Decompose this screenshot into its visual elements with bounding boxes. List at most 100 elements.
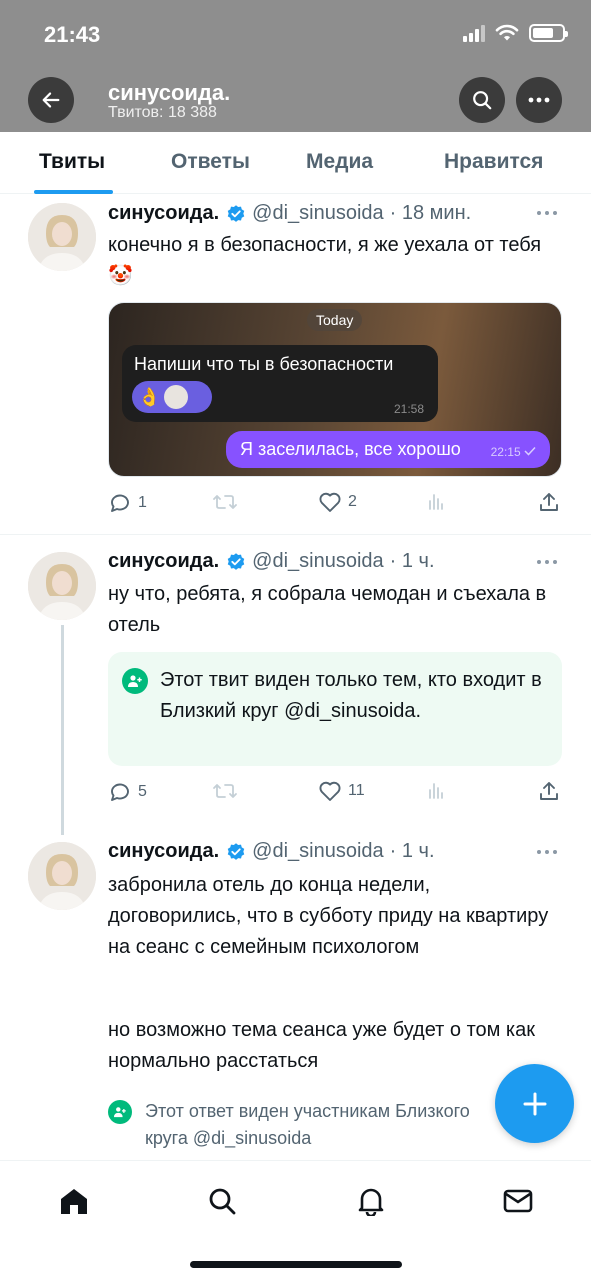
plus-icon <box>523 1092 546 1115</box>
status-icons <box>463 24 568 42</box>
incoming-message-text: Напиши что ты в безопасности <box>134 354 394 374</box>
share-icon <box>540 493 558 511</box>
share-icon <box>540 782 558 800</box>
avatar[interactable] <box>28 552 96 620</box>
tweet-media-image[interactable]: Today Напиши что ты в безопасности 👌 21:… <box>108 302 562 477</box>
incoming-message-time: 21:58 <box>393 402 424 416</box>
tweet-count: Твитов: 18 388 <box>108 104 217 121</box>
reaction-avatar <box>164 385 189 409</box>
more-horizontal-icon[interactable] <box>536 849 558 855</box>
outgoing-message-text: Я заселилась, все хорошо <box>240 439 461 459</box>
circle-people-icon <box>108 1100 132 1124</box>
back-button[interactable] <box>28 77 74 123</box>
like-button[interactable]: 2 <box>318 491 357 513</box>
reply-icon <box>111 783 129 801</box>
circle-notice-text: Этот твит виден только тем, кто входит в… <box>160 669 542 722</box>
home-indicator <box>190 1261 402 1268</box>
like-count: 11 <box>348 782 365 799</box>
verified-badge-icon <box>226 204 246 224</box>
more-horizontal-icon <box>528 97 550 103</box>
retweet-icon <box>213 495 237 509</box>
read-check-icon <box>524 446 536 456</box>
home-icon <box>61 1189 87 1214</box>
chat-date-label: Today <box>307 309 363 331</box>
tweet-text: конечно я в безопасности, я же уехала от… <box>108 234 542 287</box>
reply-count: 5 <box>138 783 147 800</box>
bell-icon <box>358 1188 384 1216</box>
status-time: 21:43 <box>44 22 101 47</box>
avatar-image <box>28 552 96 620</box>
battery-icon <box>529 24 568 42</box>
reply-button[interactable]: 5 <box>108 780 147 804</box>
reply-button[interactable]: 1 <box>108 491 147 515</box>
tab-media[interactable]: Медиа <box>306 150 373 174</box>
profile-header: 21:43 синусоида. Твитов: 18 388 <box>0 0 591 132</box>
profile-title: синусоида. <box>108 80 231 105</box>
author-name[interactable]: синусоида. <box>108 840 219 863</box>
tweet-text: забронила отель до конца недели, договор… <box>108 874 549 958</box>
nav-messages[interactable] <box>498 1181 538 1221</box>
avatar-image <box>28 842 96 910</box>
author-handle[interactable]: @di_sinusoida <box>252 202 384 225</box>
avatar[interactable] <box>28 203 96 271</box>
like-count: 2 <box>348 493 357 510</box>
verified-badge-icon <box>226 842 246 862</box>
wifi-icon <box>495 24 519 41</box>
search-icon <box>473 91 492 110</box>
more-button[interactable] <box>516 77 562 123</box>
compose-tweet-button[interactable] <box>495 1064 574 1143</box>
views-button[interactable] <box>426 491 446 511</box>
outgoing-message-time: 22:15 <box>491 445 536 459</box>
more-horizontal-icon[interactable] <box>536 559 558 565</box>
ok-hand-icon: 👌 <box>138 386 161 407</box>
like-button[interactable]: 11 <box>318 780 365 802</box>
retweet-button[interactable] <box>212 491 238 513</box>
author-handle[interactable]: @di_sinusoida <box>252 840 384 863</box>
tweet-time: · 18 мин. <box>389 202 472 224</box>
share-button[interactable] <box>538 780 560 802</box>
message-reactions: 👌 <box>132 381 212 413</box>
views-button[interactable] <box>426 780 446 800</box>
mail-icon <box>503 1189 533 1213</box>
tweet-header: синусоида. @di_sinusoida · 18 мин. <box>108 202 471 225</box>
more-horizontal-icon[interactable] <box>536 210 558 216</box>
tweet-header: синусоида. @di_sinusoida · 1 ч. <box>108 550 435 573</box>
tweet-actions: 5 11 <box>108 780 563 806</box>
tweet-text: ну что, ребята, я собрала чемодан и съех… <box>108 583 547 636</box>
author-handle[interactable]: @di_sinusoida <box>252 550 384 573</box>
tweet-header: синусоида. @di_sinusoida · 1 ч. <box>108 840 435 863</box>
nav-home[interactable] <box>54 1181 94 1221</box>
circle-notice: Этот твит виден только тем, кто входит в… <box>108 652 562 766</box>
retweet-icon <box>213 784 237 798</box>
views-icon <box>429 494 443 510</box>
author-name[interactable]: синусоида. <box>108 202 219 225</box>
thread-line <box>61 625 64 835</box>
outgoing-message-bubble: Я заселилась, все хорошо 22:15 <box>226 431 550 468</box>
tweet-time: · 1 ч. <box>389 550 435 572</box>
reply-count: 1 <box>138 494 147 511</box>
heart-icon <box>319 492 341 512</box>
nav-notifications[interactable] <box>351 1181 391 1221</box>
tab-tweets[interactable]: Твиты <box>39 150 105 174</box>
tweet-time: · 1 ч. <box>389 840 435 862</box>
reply-icon <box>111 494 129 512</box>
tweet-actions: 1 2 <box>108 491 563 517</box>
active-tab-indicator <box>34 190 113 194</box>
bottom-navigation <box>0 1160 591 1280</box>
circle-people-icon <box>122 668 148 694</box>
retweet-button[interactable] <box>212 780 238 802</box>
circle-reply-note-text: Этот ответ виден участникам Близкого кру… <box>145 1101 470 1148</box>
avatar[interactable] <box>28 842 96 910</box>
search-button[interactable] <box>459 77 505 123</box>
tab-replies[interactable]: Ответы <box>171 150 250 174</box>
avatar-image <box>28 203 96 271</box>
profile-tabs: Твиты Ответы Медиа Нравится <box>0 132 591 194</box>
author-name[interactable]: синусоида. <box>108 550 219 573</box>
share-button[interactable] <box>538 491 560 513</box>
nav-search[interactable] <box>202 1181 242 1221</box>
incoming-message-bubble: Напиши что ты в безопасности 👌 21:58 <box>122 345 438 422</box>
tab-likes[interactable]: Нравится <box>444 150 543 174</box>
heart-icon <box>319 781 341 801</box>
verified-badge-icon <box>226 552 246 572</box>
views-icon <box>429 783 443 799</box>
